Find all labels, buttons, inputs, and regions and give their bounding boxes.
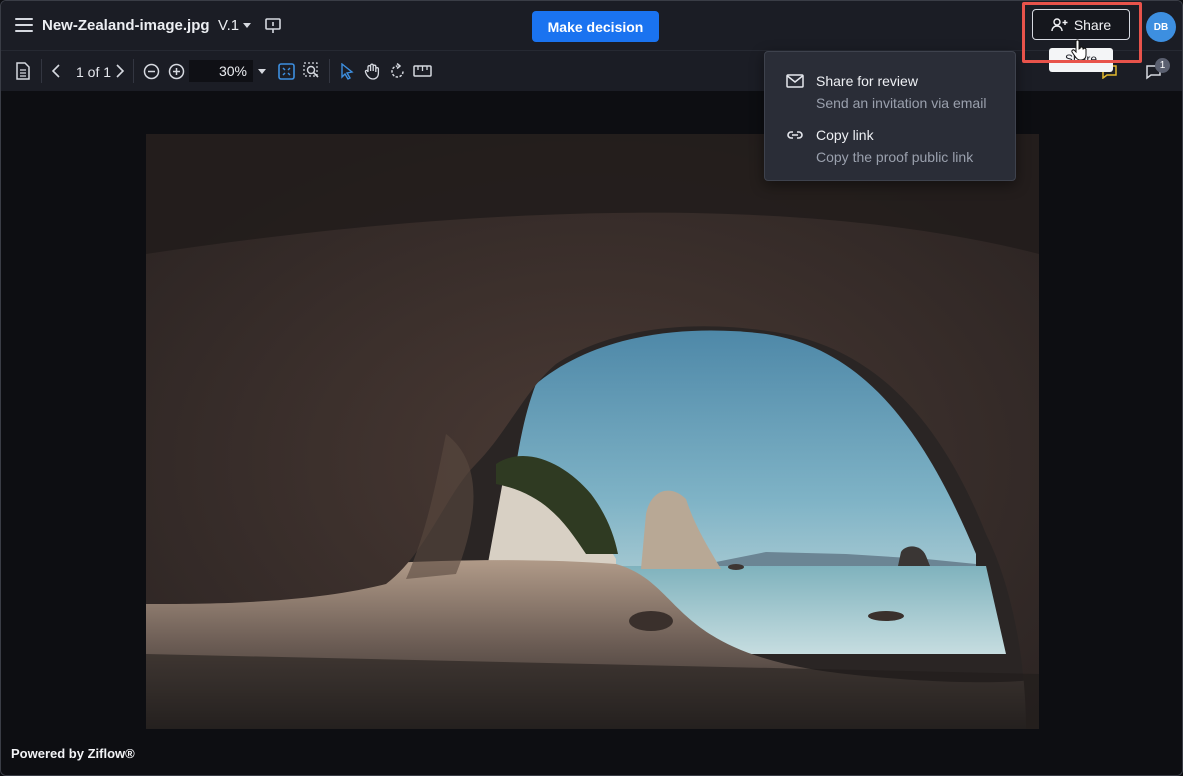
- menu-item-title: Copy link: [816, 127, 874, 143]
- menu-item-share-for-review[interactable]: Share for review Send an invitation via …: [765, 70, 1015, 122]
- share-button[interactable]: Share: [1032, 9, 1130, 40]
- add-user-icon: [1051, 17, 1068, 31]
- rotate-icon[interactable]: [389, 63, 406, 80]
- next-page-icon[interactable]: [115, 64, 125, 78]
- previous-page-icon[interactable]: [51, 64, 61, 78]
- pointer-hand-icon: [1071, 39, 1087, 61]
- powered-by[interactable]: Powered by Ziflow®: [11, 746, 135, 761]
- menu-item-title: Share for review: [816, 73, 918, 89]
- version-label: V.1: [218, 17, 240, 34]
- menu-icon[interactable]: [15, 18, 33, 32]
- zoom-dropdown-icon[interactable]: [258, 69, 266, 74]
- zoom-area-icon[interactable]: [303, 62, 320, 79]
- mail-icon: [786, 74, 804, 88]
- cave-beach-photo: [146, 134, 1039, 729]
- share-label: Share: [1073, 16, 1112, 33]
- proof-image[interactable]: [146, 134, 1039, 729]
- file-name: New-Zealand-image.jpg: [42, 17, 210, 34]
- menu-item-copy-link[interactable]: Copy link Copy the proof public link: [765, 124, 1015, 176]
- avatar[interactable]: DB: [1146, 12, 1176, 42]
- app-window: New-Zealand-image.jpg V.1 Make decision …: [0, 0, 1183, 776]
- zoom-input[interactable]: 30%: [189, 60, 253, 82]
- fit-to-screen-icon[interactable]: [278, 63, 295, 80]
- chevron-down-icon: [243, 23, 252, 28]
- version-selector[interactable]: V.1: [218, 17, 252, 34]
- top-bar: New-Zealand-image.jpg V.1 Make decision …: [1, 1, 1182, 51]
- zoom-in-icon[interactable]: [168, 63, 185, 80]
- pan-hand-icon[interactable]: [364, 62, 381, 80]
- zoom-out-icon[interactable]: [143, 63, 160, 80]
- document-icon[interactable]: [15, 62, 31, 80]
- make-decision-button[interactable]: Make decision: [532, 11, 659, 42]
- comment-count-badge: 1: [1155, 58, 1170, 73]
- ruler-icon[interactable]: [413, 65, 432, 77]
- link-icon: [787, 131, 803, 139]
- select-pointer-icon[interactable]: [340, 63, 354, 80]
- menu-item-subtitle: Send an invitation via email: [816, 95, 987, 111]
- menu-item-subtitle: Copy the proof public link: [816, 149, 974, 165]
- page-indicator: 1 of 1: [76, 64, 112, 80]
- share-menu: Share for review Send an invitation via …: [764, 51, 1016, 181]
- present-icon[interactable]: [264, 17, 282, 35]
